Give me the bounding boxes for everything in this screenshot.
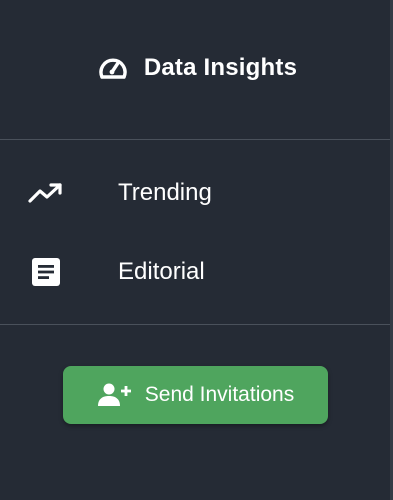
send-invitations-label: Send Invitations [144,383,295,406]
trending-up-icon [28,175,64,211]
nav-item-label: Editorial [118,258,205,285]
speedometer-icon [96,51,130,85]
brand-header[interactable]: Data Insights [0,48,393,88]
send-invitations-button[interactable]: Send Invitations [63,366,328,424]
divider [0,324,390,325]
article-icon [28,254,64,290]
divider [0,139,390,140]
nav-item-trending[interactable]: Trending [0,165,390,221]
brand-title: Data Insights [143,54,298,81]
nav-item-label: Trending [118,179,212,206]
add-user-icon [97,382,133,408]
nav-item-editorial[interactable]: Editorial [0,244,390,300]
